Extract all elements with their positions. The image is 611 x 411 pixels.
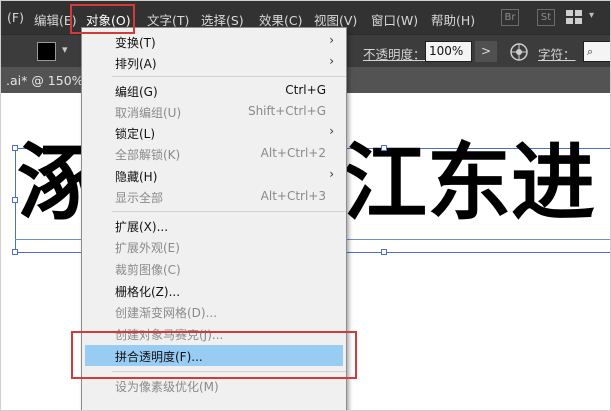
resize-handle[interactable] [381, 145, 387, 151]
menu-item-label: 排列(A) [115, 57, 157, 71]
chevron-down-icon[interactable]: ▾ [589, 10, 594, 21]
menu-item-rasterize[interactable]: 栅格化(Z)... [82, 280, 346, 301]
menu-item-show-all[interactable]: 显示全部 Alt+Ctrl+3 [82, 186, 346, 207]
menu-item-hide[interactable]: 隐藏(H) › [82, 165, 346, 186]
menu-item-lock[interactable]: 锁定(L) › [82, 122, 346, 143]
workspace-grid-icon[interactable] [566, 10, 582, 24]
resize-handle[interactable] [12, 145, 18, 151]
menu-item-label: 锁定(L) [115, 127, 156, 141]
document-tab[interactable]: .ai* @ 150% [6, 73, 84, 88]
menu-item-shortcut: Alt+Ctrl+2 [260, 146, 326, 160]
menu-help[interactable]: 帮助(H) [431, 10, 475, 29]
menu-item-shortcut: Ctrl+G [285, 83, 326, 97]
submenu-arrow-icon: › [329, 167, 334, 181]
resize-handle[interactable] [381, 249, 387, 255]
menu-item-group[interactable]: 编组(G) Ctrl+G [82, 80, 346, 101]
opacity-arrow-button[interactable]: > [475, 41, 497, 62]
menu-divider [112, 76, 346, 77]
menu-item-create-gradient-mesh[interactable]: 创建渐变网格(D)... [82, 301, 346, 322]
submenu-arrow-icon: › [329, 54, 334, 68]
menu-item-label: 编组(G) [115, 85, 158, 99]
stock-icon[interactable]: St [537, 9, 555, 26]
menu-item-label: 扩展外观(E) [115, 241, 180, 255]
canvas-text-right[interactable]: 江东进 [343, 141, 595, 225]
menu-item-transform[interactable]: 变换(T) › [82, 31, 346, 52]
menu-item-expand[interactable]: 扩展(X)... [82, 215, 346, 236]
submenu-arrow-icon: › [329, 33, 334, 47]
bridge-icon[interactable]: Br [501, 9, 519, 26]
chevron-down-icon[interactable]: ▾ [62, 43, 68, 56]
menu-file[interactable]: (F) [7, 10, 24, 25]
app-window: (F) 编辑(E) 对象(O) 文字(T) 选择(S) 效果(C) 视图(V) … [0, 0, 611, 411]
menu-item-unlock-all[interactable]: 全部解锁(K) Alt+Ctrl+2 [82, 143, 346, 164]
menu-item-label: 栅格化(Z)... [115, 285, 181, 299]
opacity-input[interactable]: 100% [425, 41, 472, 62]
menu-divider [112, 211, 346, 212]
menu-item-label: 全部解锁(K) [115, 148, 181, 162]
menu-item-label: 创建渐变网格(D)... [115, 306, 218, 320]
menu-item-label: 设为像素级优化(M) [115, 380, 219, 394]
opacity-label[interactable]: 不透明度： [363, 44, 426, 63]
menu-item-label: 变换(T) [115, 36, 156, 50]
font-search-input[interactable]: ⌕ [583, 41, 610, 62]
menu-item-label: 隐藏(H) [115, 170, 158, 184]
menu-item-label: 裁剪图像(C) [115, 263, 181, 277]
fill-swatch[interactable] [37, 42, 56, 61]
submenu-arrow-icon: › [329, 124, 334, 138]
resize-handle[interactable] [12, 249, 18, 255]
menu-item-label: 扩展(X)... [115, 220, 169, 234]
menu-item-shortcut: Shift+Ctrl+G [247, 104, 326, 118]
annotation-highlight-flatten [71, 331, 357, 379]
menu-window[interactable]: 窗口(W) [371, 10, 418, 29]
annotation-highlight-object-menu [70, 4, 135, 34]
menu-item-label: 显示全部 [115, 191, 164, 205]
character-label[interactable]: 字符： [538, 44, 576, 63]
menu-item-crop-image[interactable]: 裁剪图像(C) [82, 258, 346, 279]
resize-handle[interactable] [12, 197, 18, 203]
menu-item-arrange[interactable]: 排列(A) › [82, 52, 346, 73]
menu-item-ungroup[interactable]: 取消编组(U) Shift+Ctrl+G [82, 101, 346, 122]
menu-item-label: 取消编组(U) [115, 106, 182, 120]
menu-item-expand-appearance[interactable]: 扩展外观(E) [82, 236, 346, 257]
menu-item-shortcut: Alt+Ctrl+3 [260, 189, 326, 203]
recolor-globe-icon[interactable] [510, 43, 528, 61]
